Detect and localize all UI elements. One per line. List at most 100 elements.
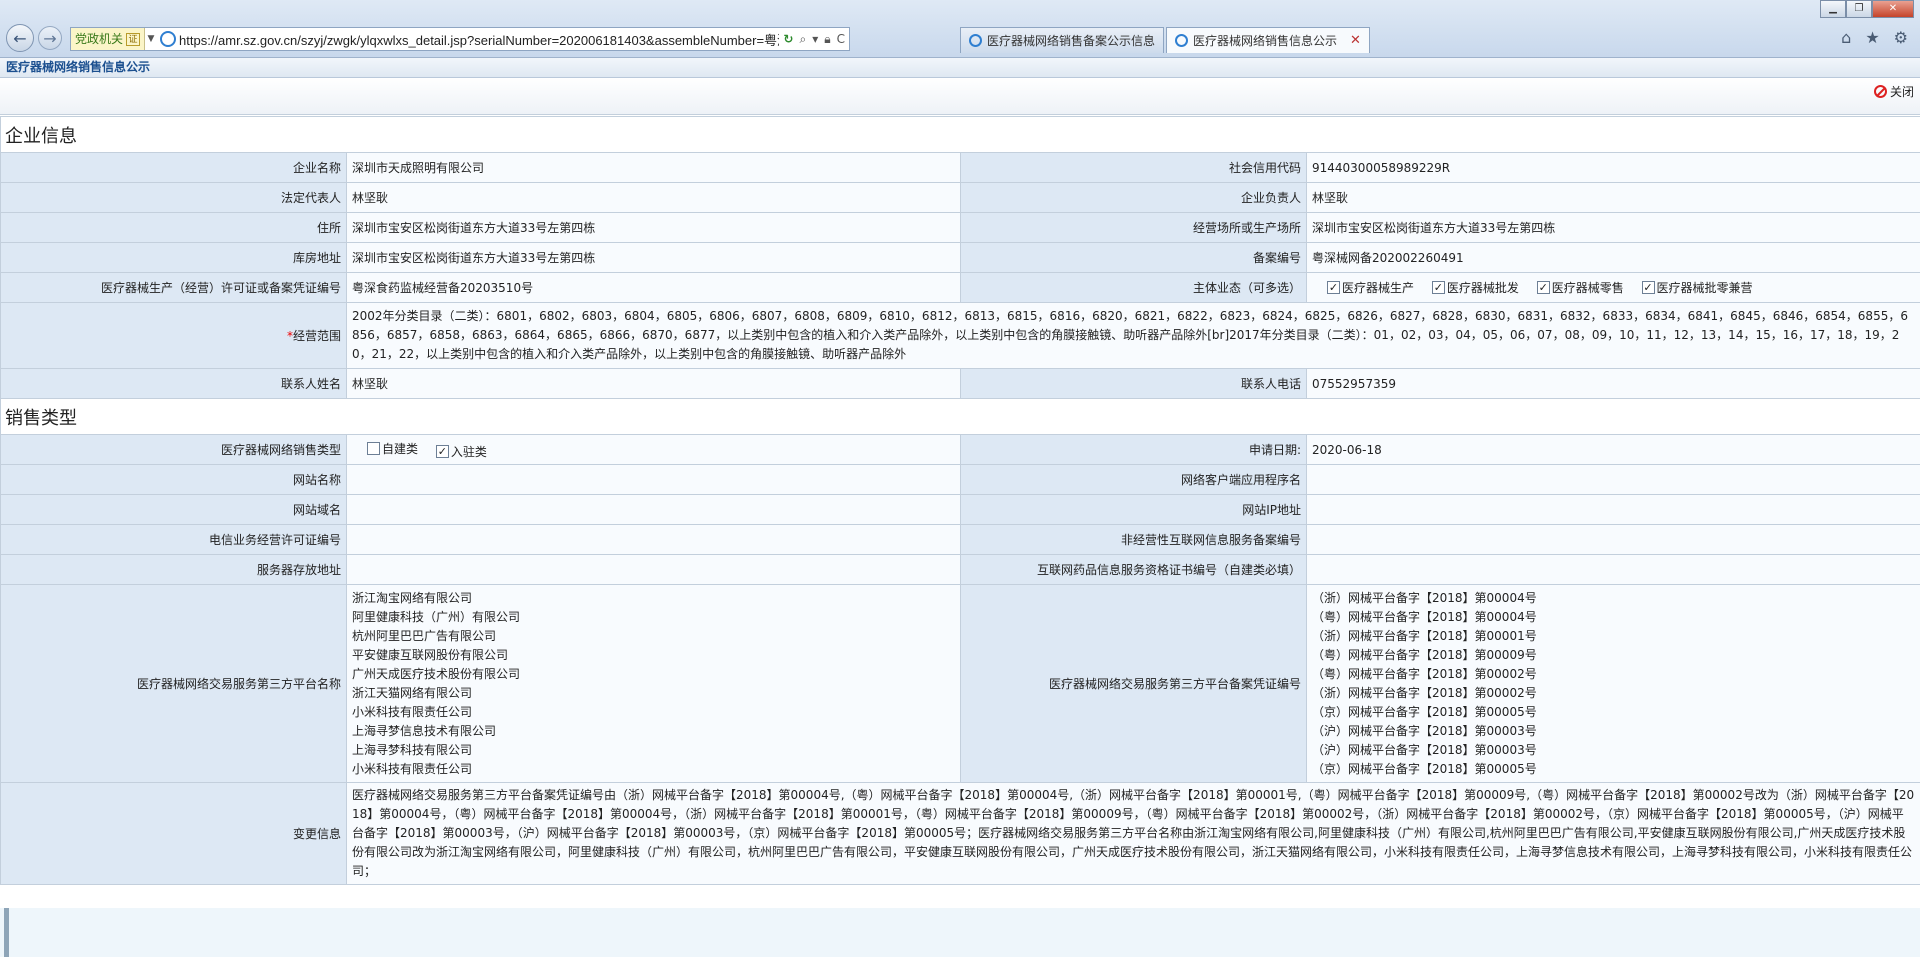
checkbox-manufacture[interactable]: ✓ 医疗器械生产 (1327, 279, 1414, 296)
checkbox-label: 医疗器械批零兼营 (1656, 281, 1753, 295)
contact-name-value: 林坚耿 (346, 368, 961, 399)
url-text[interactable]: https://amr.sz.gov.cn/szyj/zwgk/ylqxwlxs… (179, 30, 779, 49)
field-label: 申请日期: (960, 434, 1307, 465)
window-close-button[interactable]: ✕ (1872, 0, 1914, 18)
compatibility-icon[interactable]: ↻ (783, 32, 793, 47)
back-button[interactable]: ← (6, 24, 34, 52)
site-name-value (346, 464, 961, 495)
tab-label: 医疗器械网络销售信息公示 (1193, 34, 1338, 48)
apply-date-value: 2020-06-18 (1306, 434, 1920, 465)
list-item: （粤）网械平台备字【2018】第00004号 (1312, 609, 1537, 624)
field-label: 网络客户端应用程序名 (960, 464, 1307, 495)
checkbox-icon[interactable]: ✓ (1536, 281, 1550, 294)
refresh-icon[interactable]: C (837, 32, 845, 47)
field-label: 住所 (0, 212, 347, 243)
chevron-down-icon[interactable]: ▼ (145, 34, 157, 44)
section-title: 企业信息 (0, 116, 1920, 153)
zone-label: 党政机关 (75, 32, 124, 46)
list-item: 浙江天猫网络有限公司 (352, 685, 473, 700)
checkbox-icon[interactable]: ✓ (1431, 281, 1445, 294)
field-label: 主体业态（可多选） (960, 272, 1307, 303)
telecom-value (346, 524, 961, 555)
close-button[interactable]: 关闭 (1873, 83, 1914, 100)
page-header: 医疗器械网络销售信息公示 (0, 58, 1920, 78)
browser-chrome: ← → 党政机关证 ▼ https://amr.sz.gov.cn/szyj/z… (0, 0, 1920, 58)
field-label: 变更信息 (0, 782, 347, 885)
field-label: 法定代表人 (0, 182, 347, 213)
section-enterprise: 企业信息 (0, 116, 1920, 153)
scroll-indicator[interactable] (4, 908, 9, 957)
change-info-value: 医疗器械网络交易服务第三方平台备案凭证编号由（浙）网械平台备字【2018】第00… (346, 782, 1920, 885)
list-item: （沪）网械平台备字【2018】第00003号 (1312, 723, 1537, 738)
field-label: 社会信用代码 (960, 152, 1307, 183)
tab-sales-info[interactable]: 医疗器械网络销售信息公示 ✕ (1166, 27, 1370, 53)
list-item: 广州天成医疗技术股份有限公司 (352, 666, 521, 681)
main-biz-options: ✓ 医疗器械生产 ✓ 医疗器械批发 ✓ 医疗器械零售 ✓ 医疗器械批零兼营 (1306, 272, 1920, 303)
field-label: 企业负责人 (960, 182, 1307, 213)
checkbox-retail[interactable]: ✓ 医疗器械零售 (1536, 279, 1624, 296)
list-item: （京）网械平台备字【2018】第00005号 (1312, 704, 1537, 719)
list-item: 杭州阿里巴巴广告有限公司 (352, 628, 497, 643)
checkbox-icon[interactable]: ✓ (435, 444, 449, 458)
list-item: 浙江淘宝网络有限公司 (352, 590, 473, 605)
checkbox-wholesale-retail[interactable]: ✓ 医疗器械批零兼营 (1641, 279, 1753, 296)
list-item: （浙）网械平台备字【2018】第00002号 (1312, 685, 1537, 700)
biz-place-value: 深圳市宝安区松岗街道东方大道33号左第四栋 (1306, 212, 1920, 243)
chevron-down-icon[interactable]: ▾ (812, 32, 818, 47)
server-value (346, 554, 961, 585)
no-entry-icon (1873, 85, 1887, 98)
window-controls: ▁ ❐ ✕ (1820, 0, 1914, 18)
ie-page-icon (1175, 34, 1189, 47)
star-icon[interactable]: ★ (1865, 28, 1879, 47)
non-op-value (1306, 524, 1920, 555)
home-icon[interactable]: ⌂ (1841, 28, 1851, 47)
field-label: 网站IP地址 (960, 494, 1307, 525)
checkbox-label: 医疗器械批发 (1446, 281, 1519, 295)
address-bar[interactable]: 党政机关证 ▼ https://amr.sz.gov.cn/szyj/zwgk/… (70, 27, 850, 51)
bottom-area (0, 908, 1920, 957)
field-label: 电信业务经营许可证编号 (0, 524, 347, 555)
checkbox-icon[interactable] (367, 441, 380, 455)
search-icon[interactable]: ⌕ (799, 32, 806, 47)
license-value: 粤深食药监械经营备20203510号 (346, 272, 961, 303)
checkbox-icon[interactable]: ✓ (1641, 281, 1655, 294)
tab-label: 医疗器械网络销售备案公示信息 (987, 34, 1156, 48)
checkbox-label: 医疗器械生产 (1342, 281, 1415, 295)
tab-record-info[interactable]: 医疗器械网络销售备案公示信息 (960, 27, 1165, 53)
list-item: （京）网械平台备字【2018】第00005号 (1312, 761, 1537, 776)
company-name-value: 深圳市天成照明有限公司 (346, 152, 961, 183)
detail-table: 企业信息 企业名称 深圳市天成照明有限公司 社会信用代码 91440300058… (0, 116, 1920, 885)
domain-value (346, 494, 961, 525)
checkbox-wholesale[interactable]: ✓ 医疗器械批发 (1431, 279, 1519, 296)
minimize-button[interactable]: ▁ (1820, 0, 1846, 18)
checkbox-label: 医疗器械零售 (1551, 281, 1624, 295)
close-icon[interactable]: ✕ (1350, 33, 1361, 48)
forward-button[interactable]: → (38, 26, 62, 50)
list-item: 阿里健康科技（广州）有限公司 (352, 609, 521, 624)
scope-label: 经营范围 (292, 329, 341, 343)
list-item: 平安健康互联网股份有限公司 (352, 647, 509, 662)
zone-badge[interactable]: 党政机关证 (71, 28, 146, 50)
maximize-button[interactable]: ❐ (1846, 0, 1872, 18)
section-sales: 销售类型 (0, 398, 1920, 435)
arrow-left-icon: ← (13, 28, 27, 48)
field-label: 非经营性互联网信息服务备案编号 (960, 524, 1307, 555)
checkbox-settled[interactable]: ✓ 入驻类 (435, 443, 487, 460)
gear-icon[interactable]: ⚙ (1894, 28, 1908, 47)
checkbox-self-built[interactable]: 自建类 (367, 440, 418, 457)
drug-cert-value (1306, 554, 1920, 585)
field-label: 企业名称 (0, 152, 347, 183)
arrow-right-icon: → (43, 28, 57, 48)
lock-icon[interactable]: 🔒︎ (824, 32, 830, 47)
principal-value: 林坚耿 (1306, 182, 1920, 213)
field-label: 服务器存放地址 (0, 554, 347, 585)
field-label: 互联网药品信息服务资格证书编号（自建类必填） (960, 554, 1307, 585)
list-item: 上海寻梦信息技术有限公司 (352, 723, 497, 738)
list-item: （浙）网械平台备字【2018】第00001号 (1312, 628, 1537, 643)
list-item: 小米科技有限责任公司 (352, 761, 473, 776)
detail-content: 企业信息 企业名称 深圳市天成照明有限公司 社会信用代码 91440300058… (0, 116, 1920, 885)
field-label: 联系人姓名 (0, 368, 347, 399)
section-title: 销售类型 (0, 398, 1920, 435)
list-item: （浙）网械平台备字【2018】第00004号 (1312, 590, 1537, 605)
checkbox-icon[interactable]: ✓ (1327, 281, 1340, 294)
